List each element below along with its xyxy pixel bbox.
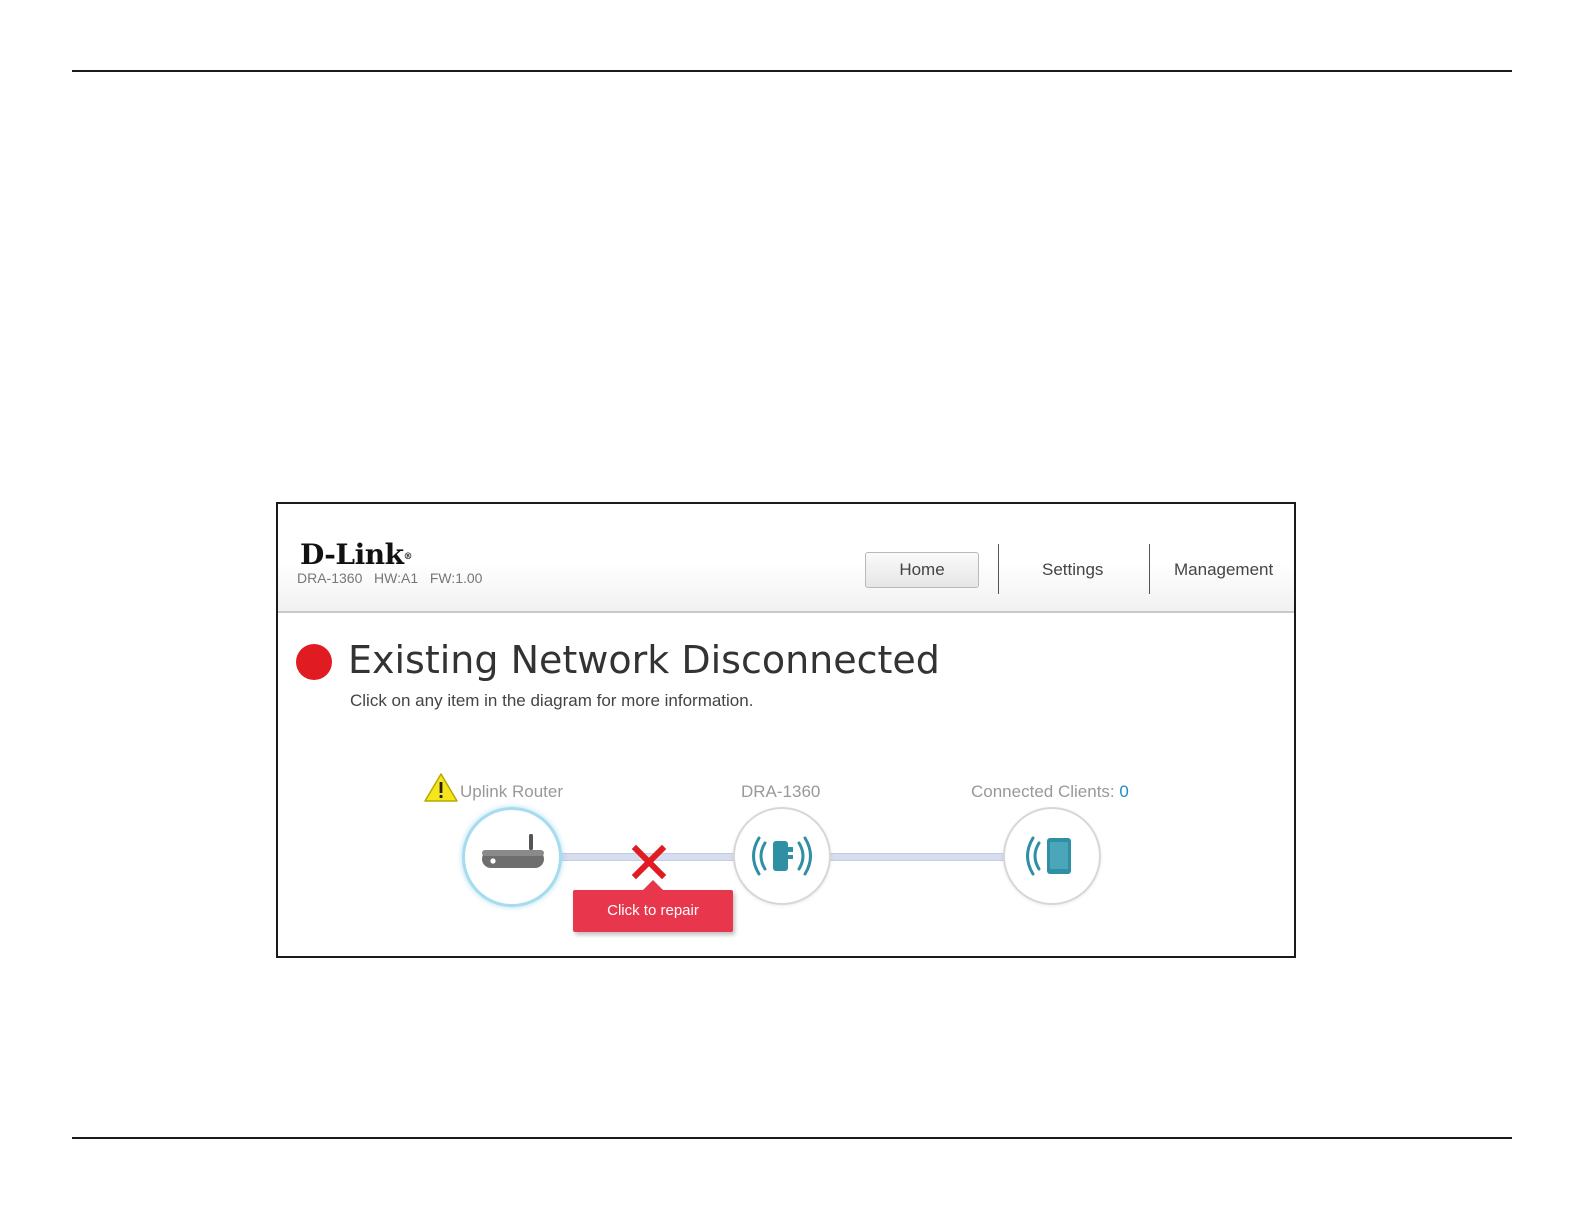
nav-divider: [1149, 544, 1150, 594]
hardware-version: HW:A1: [374, 570, 419, 586]
client-connection-line: [826, 853, 1006, 861]
extender-label[interactable]: DRA-1360: [741, 782, 820, 802]
device-info: DRA-1360 HW:A1 FW:1.00: [297, 570, 482, 586]
model-name: DRA-1360: [297, 570, 363, 586]
extender-node[interactable]: [733, 807, 831, 905]
warning-triangle-icon[interactable]: [423, 772, 459, 804]
status-indicator-dot: [296, 644, 332, 680]
clients-count: 0: [1119, 782, 1129, 801]
dlink-logo: D-Link®: [300, 538, 413, 571]
connected-clients-label[interactable]: Connected Clients: 0: [971, 782, 1129, 802]
nav-home-button[interactable]: Home: [865, 552, 979, 588]
page-bottom-rule: [72, 1137, 1512, 1139]
nav-settings-link[interactable]: Settings: [1042, 560, 1103, 580]
connected-clients-node[interactable]: [1003, 807, 1101, 905]
firmware-version: FW:1.00: [429, 570, 483, 586]
status-subtitle: Click on any item in the diagram for mor…: [350, 691, 754, 710]
tablet-wireless-icon: [1026, 836, 1071, 876]
router-ui-screenshot: D-Link® DRA-1360 HW:A1 FW:1.00 Home Sett…: [276, 502, 1296, 958]
red-x-icon[interactable]: [631, 844, 667, 880]
repair-tooltip-arrow: [643, 880, 663, 890]
click-to-repair-button[interactable]: Click to repair: [573, 890, 733, 932]
router-icon: [482, 834, 544, 868]
nav-management-link[interactable]: Management: [1174, 560, 1273, 580]
page-top-rule: [72, 70, 1512, 72]
nav-divider: [998, 544, 999, 594]
extender-wireless-icon: [752, 836, 812, 876]
uplink-router-label[interactable]: Uplink Router: [460, 782, 563, 802]
uplink-router-node[interactable]: [462, 807, 562, 907]
top-header: D-Link® DRA-1360 HW:A1 FW:1.00 Home Sett…: [278, 504, 1294, 613]
status-title: Existing Network Disconnected: [348, 638, 940, 682]
